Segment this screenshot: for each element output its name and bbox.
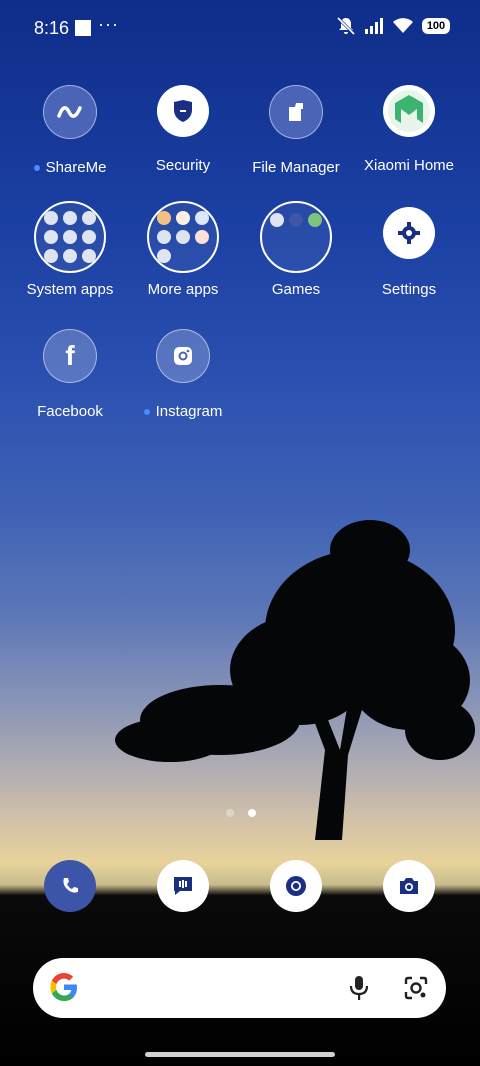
games-folder-icon	[260, 201, 332, 273]
folder-label: More apps	[147, 281, 219, 298]
app-label: ShareMe	[45, 159, 107, 176]
app-facebook[interactable]: f Facebook	[14, 329, 126, 420]
app-security[interactable]: Security	[127, 85, 239, 174]
new-dot	[143, 409, 150, 416]
app-instagram[interactable]: Instagram	[127, 329, 239, 420]
app-label: File Manager	[252, 159, 340, 176]
app-label: Security	[155, 157, 211, 174]
battery-icon: 100	[422, 18, 450, 34]
app-file-manager[interactable]: File Manager	[240, 85, 352, 176]
app-settings[interactable]: Settings	[353, 207, 465, 298]
camera-icon[interactable]	[383, 860, 435, 912]
mic-icon[interactable]	[348, 974, 370, 1002]
silent-bell-icon	[336, 16, 356, 36]
messages-icon[interactable]	[157, 860, 209, 912]
app-label: Facebook	[37, 403, 103, 420]
signal-icon	[365, 18, 383, 34]
gear-icon	[383, 207, 435, 259]
app-label: Settings	[381, 281, 437, 298]
page-dot-active	[248, 809, 256, 817]
new-dot	[33, 165, 40, 172]
system-apps-folder-icon	[34, 201, 106, 273]
instagram-icon	[156, 329, 210, 383]
more-notifications: ···	[98, 14, 119, 34]
lens-icon[interactable]	[402, 974, 430, 1002]
gesture-bar[interactable]	[145, 1052, 335, 1057]
more-apps-folder-icon	[147, 201, 219, 273]
app-shareme[interactable]: ShareMe	[14, 85, 126, 176]
notification-icon	[75, 20, 91, 36]
google-g-icon	[50, 973, 77, 1001]
xiaomi-home-icon	[383, 85, 435, 137]
page-indicator[interactable]	[226, 809, 256, 817]
status-bar: 8:16 ··· 100	[0, 0, 480, 58]
page-dot	[226, 809, 234, 817]
security-shield-icon	[157, 85, 209, 137]
app-label: Xiaomi Home	[363, 157, 455, 174]
wifi-icon	[393, 18, 413, 33]
tree-silhouette	[115, 520, 475, 840]
facebook-icon: f	[43, 329, 97, 383]
shareme-icon	[43, 85, 97, 139]
folder-label: System apps	[26, 281, 114, 298]
google-search-bar[interactable]	[33, 958, 446, 1018]
folder-games[interactable]: Games	[240, 201, 352, 298]
chrome-icon[interactable]	[270, 860, 322, 912]
file-manager-icon	[269, 85, 323, 139]
folder-label: Games	[271, 281, 321, 298]
status-time: 8:16	[34, 18, 70, 38]
app-label: Instagram	[155, 403, 223, 420]
phone-icon[interactable]	[44, 860, 96, 912]
folder-system-apps[interactable]: System apps	[14, 201, 126, 298]
folder-more-apps[interactable]: More apps	[127, 201, 239, 298]
app-xiaomi-home[interactable]: Xiaomi Home	[353, 85, 465, 174]
